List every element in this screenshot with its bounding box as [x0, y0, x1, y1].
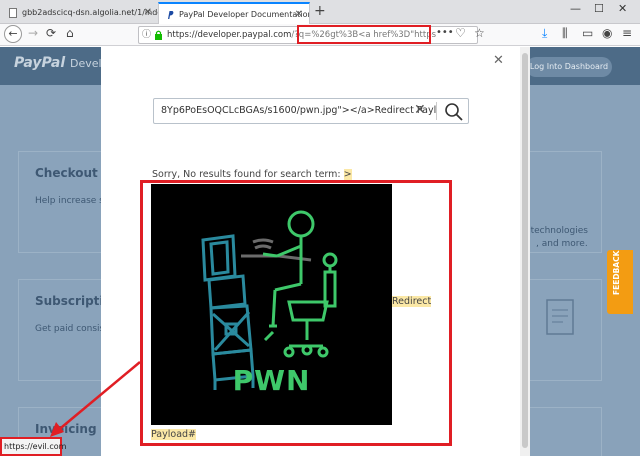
feedback-label: FEEDBACK [612, 250, 621, 295]
url-protocol: https:// [167, 30, 198, 40]
search-input[interactable]: 8Yp6PoEsOQCLcBGAs/s1600/pwn.jpg"></a>Red… [161, 99, 437, 123]
clear-search-icon[interactable]: ✕ [414, 102, 426, 118]
page-icon [9, 8, 17, 18]
right-card-middle [520, 279, 602, 381]
no-results-text: Sorry, No results found for search term: [152, 169, 344, 180]
tab-title: PayPal Developer Documentation [179, 10, 310, 19]
document-icon [546, 299, 574, 335]
modal-close-icon[interactable]: ✕ [493, 53, 504, 68]
url-domain: developer.paypal.com [197, 30, 292, 40]
close-tab-icon[interactable]: ✕ [144, 2, 152, 24]
right-card-bottom [520, 407, 602, 456]
tab-bar: gbb2adscicq-dsn.algolia.net/1/indexes/..… [0, 0, 640, 24]
card-title: Checkout [35, 166, 98, 180]
page-actions-button[interactable]: ••• [436, 27, 454, 38]
tab-paypal-docs[interactable]: PayPal Developer Documentation ✕ [158, 2, 310, 24]
search-box: 8Yp6PoEsOQCLcBGAs/s1600/pwn.jpg"></a>Red… [153, 98, 469, 124]
pocket-icon[interactable]: ♡ [455, 26, 466, 40]
tab-title: gbb2adscicq-dsn.algolia.net/1/indexes/..… [22, 8, 158, 17]
feedback-button[interactable]: FEEDBACK [607, 250, 633, 314]
home-icon[interactable]: ⌂ [66, 26, 74, 40]
right-card-top [520, 151, 602, 253]
search-icon[interactable] [444, 102, 464, 122]
subscriptions-card[interactable]: Subscription Get paid consist [18, 279, 120, 381]
reload-icon[interactable]: ⟳ [46, 26, 56, 40]
card-desc: Help increase sa [35, 196, 110, 206]
menu-icon[interactable]: ≡ [622, 26, 632, 40]
tab-algolia[interactable]: gbb2adscicq-dsn.algolia.net/1/indexes/..… [2, 2, 158, 24]
library-icon[interactable]: ⫼ [562, 26, 568, 41]
close-tab-icon[interactable]: ✕ [295, 4, 303, 24]
status-bar-url: https://evil.com [0, 437, 66, 456]
forward-arrow-icon[interactable]: → [28, 26, 38, 40]
account-icon[interactable]: ◉ [602, 26, 612, 40]
injected-mark: > [343, 169, 352, 180]
card-desc: d technologies [522, 226, 588, 236]
card-title: Invoicing [35, 422, 97, 436]
logo-text: PayPal [14, 55, 66, 71]
new-tab-button[interactable]: + [314, 3, 326, 19]
card-desc: , and more. [536, 239, 588, 249]
url-highlight-box [297, 25, 431, 44]
window-close-icon[interactable]: ✕ [618, 2, 627, 15]
minimize-icon[interactable]: — [570, 2, 581, 15]
injection-highlight-box [140, 180, 452, 446]
bookmark-star-icon[interactable]: ☆ [474, 26, 485, 40]
search-divider [436, 102, 437, 120]
card-desc: Get paid consist [35, 324, 108, 334]
downloads-icon[interactable]: ⤓ [542, 26, 547, 41]
info-icon[interactable]: ⓘ [142, 27, 151, 43]
checkout-card[interactable]: Checkout Help increase sa [18, 151, 110, 253]
back-arrow-icon[interactable]: ← [4, 25, 22, 43]
paypal-icon [168, 11, 174, 19]
modal-scrollbar[interactable] [520, 47, 530, 456]
padlock-icon [155, 30, 162, 40]
no-results-message: Sorry, No results found for search term:… [152, 169, 352, 180]
maximize-icon[interactable]: ☐ [594, 2, 604, 15]
sidebar-icon[interactable]: ▭ [582, 26, 593, 40]
scrollbar-thumb[interactable] [522, 53, 528, 448]
login-dashboard-button[interactable]: Log Into Dashboard [526, 57, 612, 77]
